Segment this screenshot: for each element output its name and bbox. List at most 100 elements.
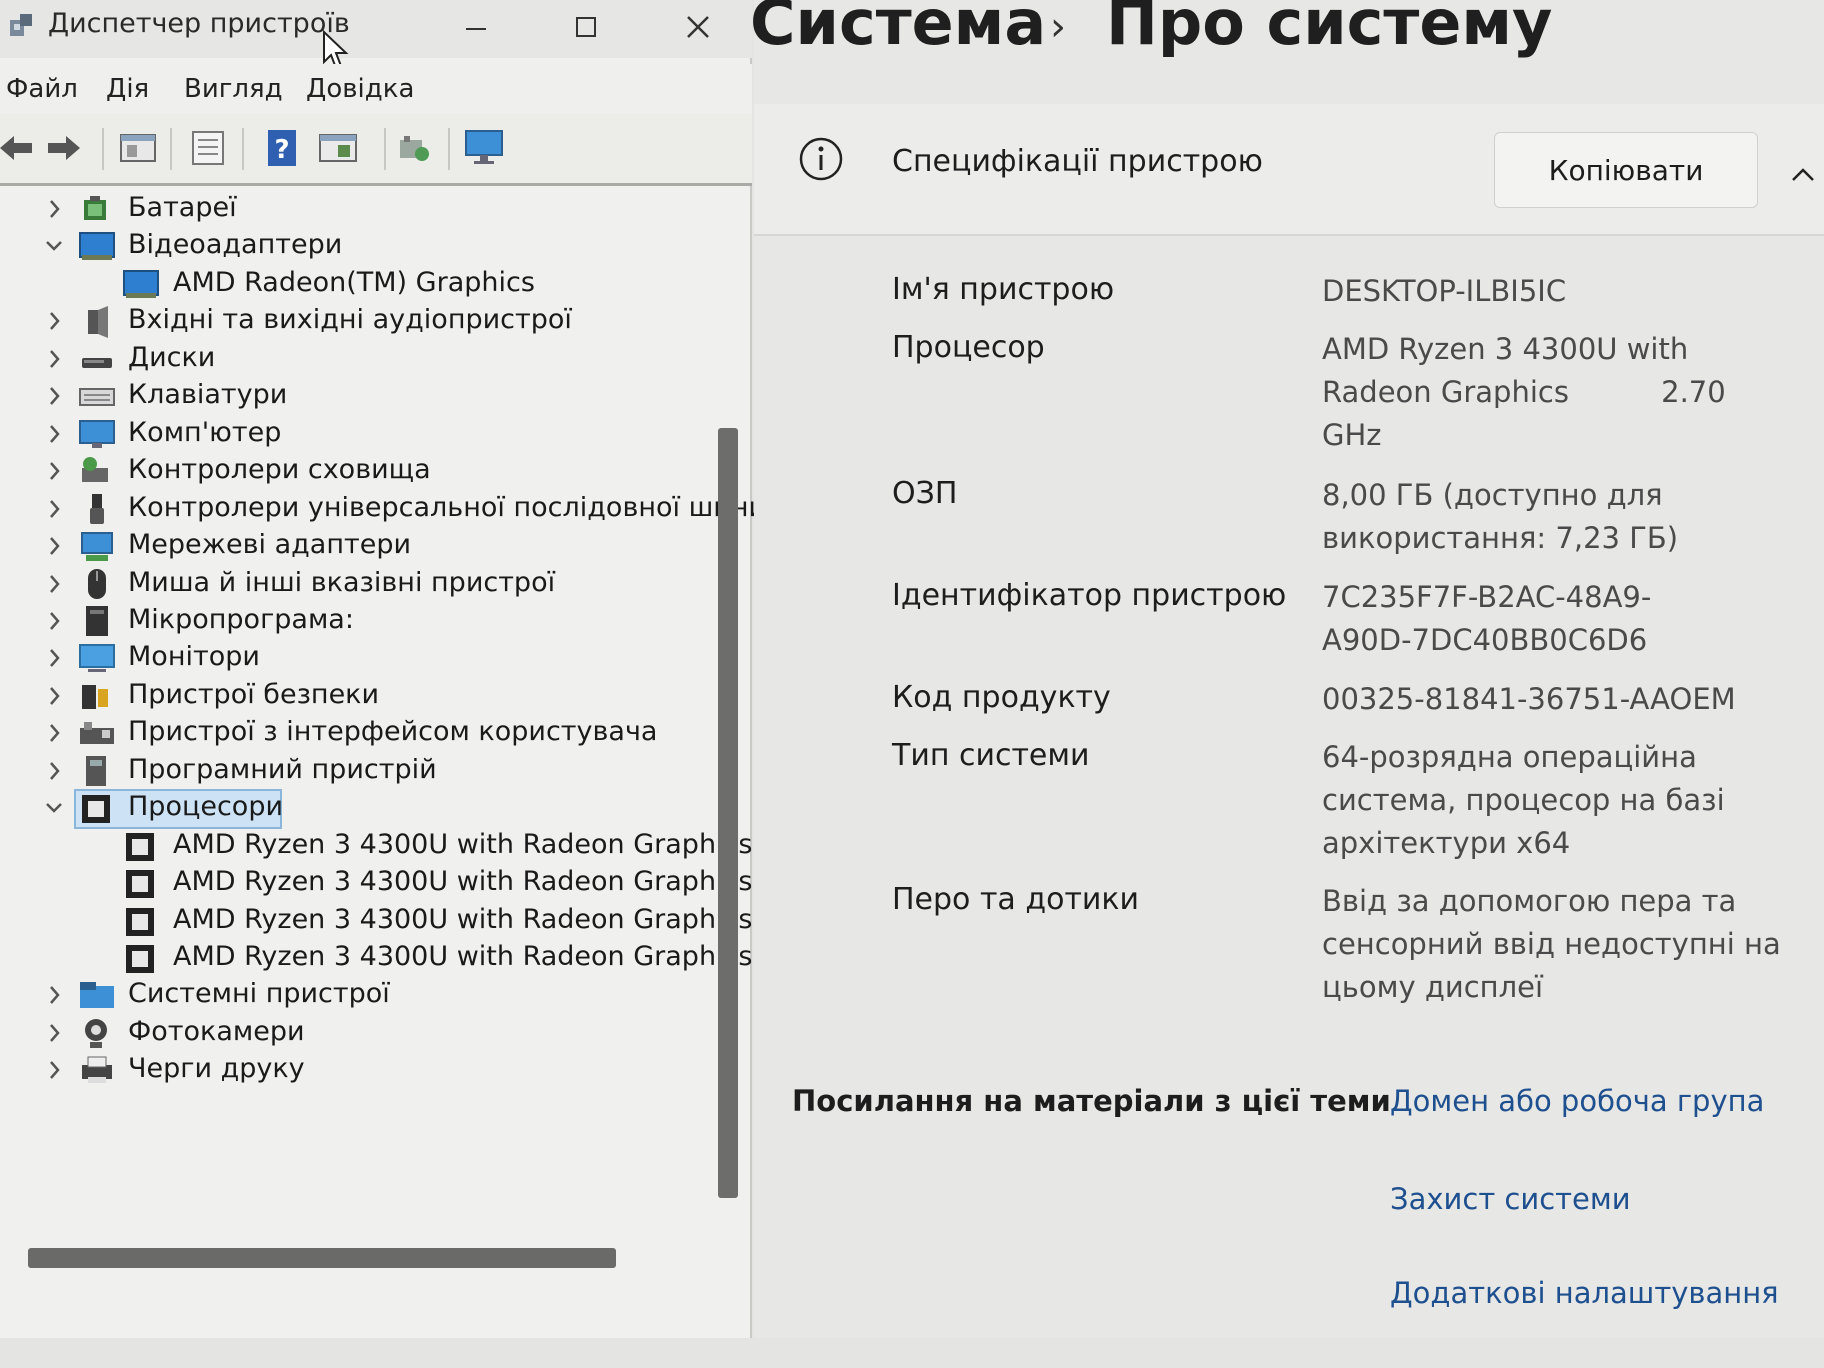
minimize-button[interactable] xyxy=(446,4,506,50)
tree-item-label: Процесори xyxy=(128,791,283,823)
tree-item-label: Пристрої з інтерфейсом користувача xyxy=(128,716,658,748)
processor-icon xyxy=(82,795,110,824)
menu-file[interactable]: Файл xyxy=(6,74,78,104)
menu-help[interactable]: Довідка xyxy=(306,74,414,104)
back-button[interactable] xyxy=(0,126,38,170)
tree-item-label: Пристрої безпеки xyxy=(128,678,380,710)
chevron-right-icon[interactable] xyxy=(44,758,64,784)
chevron-right-icon[interactable] xyxy=(44,608,64,634)
chevron-right-icon[interactable] xyxy=(44,1020,64,1046)
tree-item-label: Комп'ютер xyxy=(128,416,282,448)
tree-item-label: AMD Ryzen 3 4300U with Radeon Graphics xyxy=(173,941,753,972)
device-specs-header[interactable]: Специфікації пристрою Копіювати xyxy=(754,104,1824,236)
tree-category-item[interactable]: Контролери універсальної послідовної шин… xyxy=(0,490,766,530)
svg-text:?: ? xyxy=(274,135,289,165)
tree-category-item[interactable]: Монітори xyxy=(0,639,720,679)
breadcrumb-system[interactable]: Система xyxy=(750,0,1046,59)
chevron-right-icon[interactable] xyxy=(44,720,64,746)
tree-category-item[interactable]: Мікропрограма: xyxy=(0,602,720,642)
close-button[interactable] xyxy=(668,4,728,50)
spec-value-line: використання: 7,23 ГБ) xyxy=(1322,521,1679,555)
chevron-right-icon[interactable] xyxy=(44,645,64,671)
tree-category-item[interactable]: Мережеві адаптери xyxy=(0,527,720,567)
spec-value-line: DESKTOP-ILBI5IC xyxy=(1322,274,1567,308)
processor-icon xyxy=(126,832,154,861)
spec-label: Ім'я пристрою xyxy=(892,272,1115,307)
chevron-right-icon[interactable] xyxy=(44,533,64,559)
tree-item-label: Монітори xyxy=(128,641,260,673)
chevron-right-icon[interactable] xyxy=(44,1057,64,1083)
tree-category-item[interactable]: Пристрої з інтерфейсом користувача xyxy=(0,714,720,754)
vertical-scrollbar[interactable] xyxy=(718,428,738,1198)
chevron-right-icon[interactable] xyxy=(44,458,64,484)
info-icon xyxy=(799,137,843,181)
chevron-down-icon[interactable] xyxy=(44,233,64,259)
details-view-button[interactable] xyxy=(316,126,360,170)
chevron-right-icon[interactable] xyxy=(44,683,64,709)
tree-category-item[interactable]: Системні пристрої xyxy=(0,976,720,1016)
menu-action[interactable]: Дія xyxy=(106,74,149,104)
tree-item-label: Контролери універсальної послідовної шин… xyxy=(128,491,767,523)
spec-value: DESKTOP-ILBI5IC xyxy=(1322,270,1792,313)
tree-item-label: Батареї xyxy=(128,192,237,223)
tree-child-item[interactable]: AMD Radeon(TM) Graphics xyxy=(0,265,720,305)
speaker-icon xyxy=(88,306,108,339)
tree-item-label: Програмний пристрій xyxy=(128,753,437,785)
help-button[interactable]: ? xyxy=(260,126,304,170)
tree-category-item[interactable]: Комп'ютер xyxy=(0,415,720,455)
chevron-right-icon[interactable] xyxy=(44,196,64,222)
menu-view[interactable]: Вигляд xyxy=(184,74,283,104)
window-title: Диспетчер пристроїв xyxy=(48,8,350,39)
maximize-button[interactable] xyxy=(556,4,616,50)
tree-category-item[interactable]: Диски xyxy=(0,340,720,380)
chevron-right-icon[interactable] xyxy=(44,496,64,522)
processor-icon xyxy=(126,870,154,899)
spec-value-line: 7C235F7F-B2AC-48A9- xyxy=(1322,580,1652,614)
spec-value-line: Ввід за допомогою пера та xyxy=(1322,884,1737,918)
tree-category-item[interactable]: Клавіатури xyxy=(0,377,720,417)
properties-view-button[interactable] xyxy=(116,126,160,170)
chevron-up-icon[interactable] xyxy=(1790,162,1816,188)
chevron-right-icon[interactable] xyxy=(44,308,64,334)
tree-child-item[interactable]: AMD Ryzen 3 4300U with Radeon Graphics xyxy=(0,939,752,979)
scan-hardware-icon xyxy=(400,136,429,161)
tree-item-label: Фотокамери xyxy=(128,1015,305,1047)
computer-icon xyxy=(79,419,115,448)
tree-category-item[interactable]: Батареї xyxy=(0,190,720,230)
details-view-icon xyxy=(319,134,357,162)
scan-hardware-button[interactable] xyxy=(392,126,436,170)
tree-category-item[interactable]: Фотокамери xyxy=(0,1014,720,1054)
tree-category-item[interactable]: Контролери сховища xyxy=(0,452,720,492)
chevron-right-icon[interactable] xyxy=(44,571,64,597)
tree-category-item[interactable]: Черги друку xyxy=(0,1051,720,1091)
tree-child-item[interactable]: AMD Ryzen 3 4300U with Radeon Graphics xyxy=(0,827,752,867)
forward-button[interactable] xyxy=(42,126,86,170)
tree-category-item[interactable]: Миша й інші вказівні пристрої xyxy=(0,565,720,605)
disk-icon xyxy=(82,357,112,368)
chevron-right-icon[interactable] xyxy=(44,421,64,447)
spec-value-line: 64-розрядна операційна xyxy=(1322,740,1697,774)
chevron-down-icon[interactable] xyxy=(44,795,64,821)
tree-category-item[interactable]: Відеоадаптери xyxy=(0,227,720,267)
link-system-protection[interactable]: Захист системи xyxy=(1390,1182,1631,1216)
tree-child-item[interactable]: AMD Ryzen 3 4300U with Radeon Graphics xyxy=(0,902,752,942)
tree-category-item[interactable]: Програмний пристрій xyxy=(0,752,720,792)
copy-button[interactable]: Копіювати xyxy=(1494,132,1758,208)
list-icon xyxy=(192,131,224,165)
mouse-icon xyxy=(88,568,106,599)
device-manager-app-icon xyxy=(10,14,32,36)
link-advanced-settings[interactable]: Додаткові налаштування xyxy=(1390,1276,1779,1310)
camera-icon xyxy=(85,1018,107,1048)
title-bar[interactable]: Диспетчер пристроїв xyxy=(0,0,752,70)
chevron-right-icon[interactable] xyxy=(44,383,64,409)
tree-child-item[interactable]: AMD Ryzen 3 4300U with Radeon Graphics xyxy=(0,864,752,904)
tree-category-item[interactable]: Пристрої безпеки xyxy=(0,677,720,717)
list-button[interactable] xyxy=(186,126,230,170)
tree-category-item[interactable]: Вхідні та вихідні аудіопристрої xyxy=(0,302,720,342)
chevron-right-icon[interactable] xyxy=(44,346,64,372)
chevron-right-icon[interactable] xyxy=(44,982,64,1008)
tree-category-item[interactable]: Процесори xyxy=(0,789,720,830)
link-domain-workgroup[interactable]: Домен або робоча група xyxy=(1390,1084,1764,1118)
horizontal-scrollbar[interactable] xyxy=(28,1248,616,1268)
monitor-button[interactable] xyxy=(462,126,506,170)
